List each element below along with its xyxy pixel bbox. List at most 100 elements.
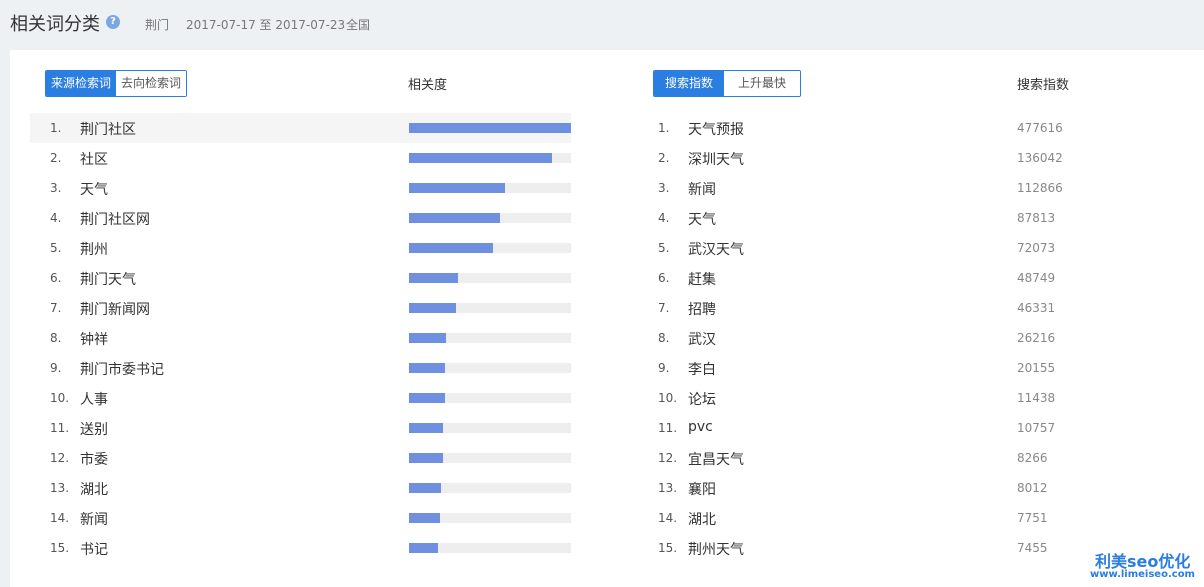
rank-number: 14. bbox=[50, 511, 70, 525]
keyword-label[interactable]: 社区 bbox=[80, 149, 108, 169]
list-item[interactable]: 4. 荆门社区网 bbox=[30, 203, 571, 233]
list-item[interactable]: 7. 荆门新闻网 bbox=[30, 293, 571, 323]
list-item[interactable]: 2. 社区 bbox=[30, 143, 571, 173]
keyword-label[interactable]: 赶集 bbox=[688, 269, 716, 289]
list-item[interactable]: 7. 招聘 46331 bbox=[638, 293, 1198, 323]
rank-number: 9. bbox=[50, 361, 62, 375]
list-item[interactable]: 5. 武汉天气 72073 bbox=[638, 233, 1198, 263]
keyword-label[interactable]: 荆门社区 bbox=[80, 119, 136, 139]
list-item[interactable]: 1. 天气预报 477616 bbox=[638, 113, 1198, 143]
keyword-label[interactable]: 钟祥 bbox=[80, 329, 108, 349]
search-index-value: 7455 bbox=[1017, 541, 1048, 555]
relevance-bar-track bbox=[409, 153, 571, 163]
rank-number: 1. bbox=[50, 121, 62, 135]
keyword-label[interactable]: 新闻 bbox=[688, 179, 716, 199]
rank-number: 2. bbox=[658, 151, 670, 165]
rank-number: 5. bbox=[50, 241, 62, 255]
tab-search-index[interactable]: 搜索指数 bbox=[654, 71, 725, 96]
keyword-label[interactable]: 武汉天气 bbox=[688, 239, 744, 259]
relevance-bar-track bbox=[409, 363, 571, 373]
keyword-label[interactable]: 论坛 bbox=[688, 389, 716, 409]
list-item[interactable]: 11. 送别 bbox=[30, 413, 571, 443]
keyword-label[interactable]: 宜昌天气 bbox=[688, 449, 744, 469]
relevance-bar bbox=[409, 243, 493, 253]
relevance-bar bbox=[409, 333, 446, 343]
keyword-label[interactable]: 襄阳 bbox=[688, 479, 716, 499]
keyword-label[interactable]: 天气 bbox=[80, 179, 108, 199]
relevance-bar-track bbox=[409, 273, 571, 283]
list-item[interactable]: 13. 襄阳 8012 bbox=[638, 473, 1198, 503]
keyword-label[interactable]: 荆门天气 bbox=[80, 269, 136, 289]
tab-destination-keywords[interactable]: 去向检索词 bbox=[116, 71, 187, 96]
list-item[interactable]: 14. 新闻 bbox=[30, 503, 571, 533]
search-index-value: 8266 bbox=[1017, 451, 1048, 465]
relevance-bar-track bbox=[409, 423, 571, 433]
list-item[interactable]: 12. 宜昌天气 8266 bbox=[638, 443, 1198, 473]
list-item[interactable]: 9. 李白 20155 bbox=[638, 353, 1198, 383]
rank-number: 4. bbox=[658, 211, 670, 225]
keyword-label[interactable]: 荆州天气 bbox=[688, 539, 744, 559]
list-item[interactable]: 15. 书记 bbox=[30, 533, 571, 563]
list-item[interactable]: 6. 赶集 48749 bbox=[638, 263, 1198, 293]
keyword-label[interactable]: 天气预报 bbox=[688, 119, 744, 139]
search-index-value: 20155 bbox=[1017, 361, 1056, 375]
list-item[interactable]: 10. 人事 bbox=[30, 383, 571, 413]
keyword-label[interactable]: 深圳天气 bbox=[688, 149, 744, 169]
list-item[interactable]: 11. pvc 10757 bbox=[638, 413, 1198, 443]
keyword-label[interactable]: 荆门市委书记 bbox=[80, 359, 164, 379]
list-item[interactable]: 14. 湖北 7751 bbox=[638, 503, 1198, 533]
list-item[interactable]: 2. 深圳天气 136042 bbox=[638, 143, 1198, 173]
keyword-label[interactable]: 湖北 bbox=[80, 479, 108, 499]
rank-number: 13. bbox=[658, 481, 678, 495]
keyword-label[interactable]: 人事 bbox=[80, 389, 108, 409]
rank-number: 2. bbox=[50, 151, 62, 165]
rank-number: 7. bbox=[50, 301, 62, 315]
rank-number: 6. bbox=[658, 271, 670, 285]
tab-fastest-rising[interactable]: 上升最快 bbox=[724, 71, 801, 96]
list-item[interactable]: 4. 天气 87813 bbox=[638, 203, 1198, 233]
list-item[interactable]: 9. 荆门市委书记 bbox=[30, 353, 571, 383]
relevance-bar bbox=[409, 453, 443, 463]
rank-number: 5. bbox=[658, 241, 670, 255]
relevance-bar-track bbox=[409, 333, 571, 343]
rank-number: 6. bbox=[50, 271, 62, 285]
list-item[interactable]: 1. 荆门社区 bbox=[30, 113, 571, 143]
keyword-label[interactable]: 市委 bbox=[80, 449, 108, 469]
relevance-bar bbox=[409, 423, 443, 433]
tab-source-keywords[interactable]: 来源检索词 bbox=[46, 71, 117, 96]
keyword-label[interactable]: 荆州 bbox=[80, 239, 108, 259]
search-index-value: 10757 bbox=[1017, 421, 1056, 435]
list-item[interactable]: 6. 荆门天气 bbox=[30, 263, 571, 293]
help-icon[interactable]: ? bbox=[106, 15, 120, 29]
search-index-value: 7751 bbox=[1017, 511, 1048, 525]
relevance-bar bbox=[409, 183, 505, 193]
keyword-label[interactable]: pvc bbox=[688, 419, 713, 435]
list-item[interactable]: 10. 论坛 11438 bbox=[638, 383, 1198, 413]
keyword-label[interactable]: 武汉 bbox=[688, 329, 716, 349]
list-item[interactable]: 8. 武汉 26216 bbox=[638, 323, 1198, 353]
relevance-bar-track bbox=[409, 123, 571, 133]
rank-number: 1. bbox=[658, 121, 670, 135]
keyword-label[interactable]: 湖北 bbox=[688, 509, 716, 529]
keyword-label[interactable]: 荆门社区网 bbox=[80, 209, 150, 229]
relevance-bar bbox=[409, 363, 445, 373]
list-item[interactable]: 3. 新闻 112866 bbox=[638, 173, 1198, 203]
list-item[interactable]: 8. 钟祥 bbox=[30, 323, 571, 353]
list-item[interactable]: 13. 湖北 bbox=[30, 473, 571, 503]
relevance-bar bbox=[409, 273, 458, 283]
relevance-bar bbox=[409, 123, 571, 133]
keyword-label[interactable]: 书记 bbox=[80, 539, 108, 559]
rank-number: 3. bbox=[50, 181, 62, 195]
keyword-label[interactable]: 送别 bbox=[80, 419, 108, 439]
keyword-label[interactable]: 新闻 bbox=[80, 509, 108, 529]
list-item[interactable]: 5. 荆州 bbox=[30, 233, 571, 263]
relevance-bar-track bbox=[409, 513, 571, 523]
keyword-label[interactable]: 招聘 bbox=[688, 299, 716, 319]
keyword-label[interactable]: 天气 bbox=[688, 209, 716, 229]
relevance-bar bbox=[409, 513, 440, 523]
page-header: 相关词分类 ? 荆门 2017-07-17 至 2017-07-23 全国 bbox=[0, 0, 1204, 48]
list-item[interactable]: 3. 天气 bbox=[30, 173, 571, 203]
list-item[interactable]: 12. 市委 bbox=[30, 443, 571, 473]
keyword-label[interactable]: 李白 bbox=[688, 359, 716, 379]
keyword-label[interactable]: 荆门新闻网 bbox=[80, 299, 150, 319]
